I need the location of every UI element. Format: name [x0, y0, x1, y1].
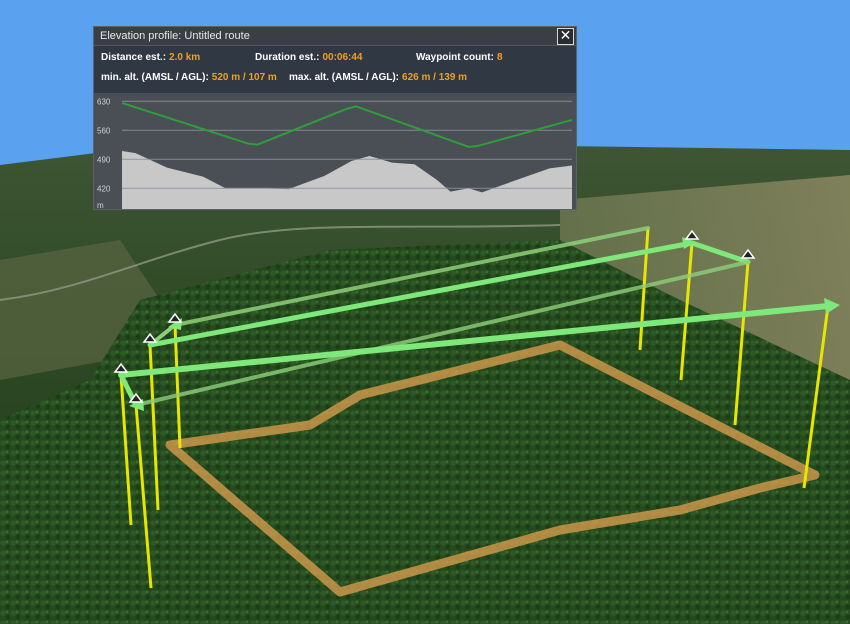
y-tick-label: 630 — [97, 97, 111, 106]
distance-stat: Distance est.: 2.0 km — [101, 48, 200, 67]
y-tick-label: 560 — [97, 126, 111, 135]
y-tick-label: 490 — [97, 155, 111, 164]
min-alt-label: min. alt. (AMSL / AGL): — [101, 72, 209, 83]
y-tick-label: 420 — [97, 184, 111, 193]
min-alt-stat: min. alt. (AMSL / AGL): 520 m / 107 m — [101, 68, 277, 87]
distance-label: Distance est.: — [101, 52, 167, 63]
waypoint-count-label: Waypoint count: — [416, 52, 494, 63]
stats-row-1: Distance est.: 2.0 km Duration est.: 00:06… — [94, 48, 576, 67]
stats-row-2: min. alt. (AMSL / AGL): 520 m / 107 m max… — [94, 68, 576, 87]
max-alt-label: max. alt. (AMSL / AGL): — [289, 72, 400, 83]
waypoint-count-value: 8 — [496, 52, 503, 63]
duration-label: Duration est.: — [255, 52, 320, 63]
duration-value: 00:06:44 — [322, 52, 363, 63]
waypoint-count-stat: Waypoint count: 8 — [416, 48, 503, 67]
duration-stat: Duration est.: 00:06:44 — [255, 48, 362, 67]
distance-value: 2.0 km — [169, 52, 201, 63]
max-alt-stat: max. alt. (AMSL / AGL): 626 m / 139 m — [289, 68, 467, 87]
flight-altitude-line — [121, 101, 573, 148]
min-alt-value: 520 m / 107 m — [211, 72, 277, 83]
panel-title: Elevation profile: Untitled route — [94, 27, 576, 46]
elevation-chart-area: 630 560 490 420 m — [94, 93, 576, 209]
y-tick-label: m — [97, 201, 104, 209]
max-alt-value: 626 m / 139 m — [402, 72, 468, 83]
elevation-profile-panel: Elevation profile: Untitled route ✕ Dist… — [93, 26, 577, 210]
close-button[interactable]: ✕ — [557, 28, 574, 45]
elevation-chart: 630 560 490 420 m — [97, 97, 573, 209]
